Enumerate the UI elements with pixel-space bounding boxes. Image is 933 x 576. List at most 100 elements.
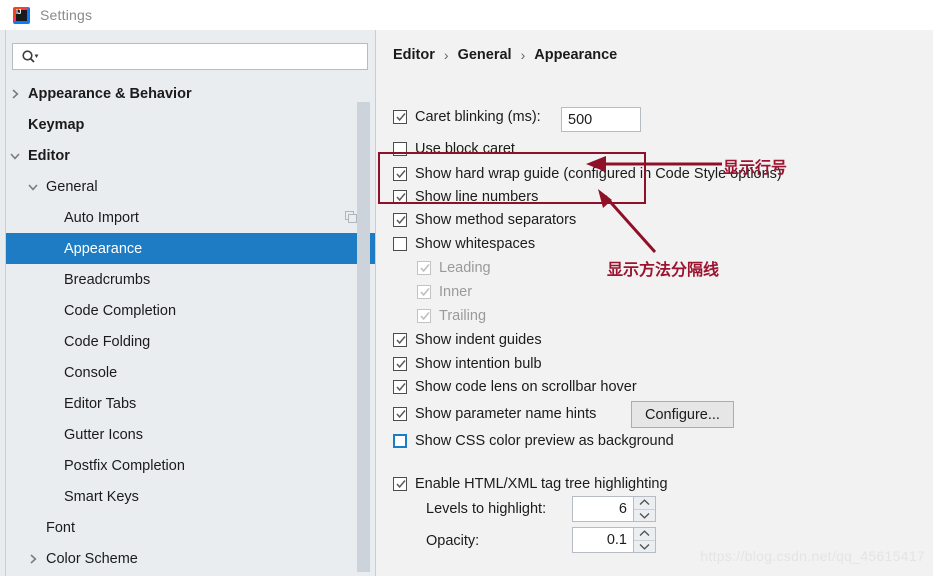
sidebar-item-label: Editor Tabs [64, 395, 137, 412]
opacity-stepper-up-icon[interactable] [634, 528, 655, 541]
breadcrumb: Editor › General › Appearance [393, 47, 617, 63]
levels-stepper-down-icon[interactable] [634, 510, 655, 522]
search-box[interactable] [12, 43, 368, 70]
row-show-intention-bulb: Show intention bulb [393, 356, 542, 372]
breadcrumb-general[interactable]: General [458, 47, 512, 63]
show-whitespaces-label: Show whitespaces [415, 236, 536, 252]
sidebar-item-code-folding[interactable]: Code Folding [6, 326, 376, 357]
show-hard-wrap-checkbox[interactable] [393, 167, 407, 181]
chevron-down-icon[interactable] [8, 149, 22, 163]
use-block-caret-label: Use block caret [415, 141, 515, 157]
caret-blinking-input[interactable]: 500 [561, 107, 641, 132]
sidebar-item-smart-keys[interactable]: Smart Keys [6, 481, 376, 512]
trailing-checkbox [417, 309, 431, 323]
breadcrumb-editor[interactable]: Editor [393, 47, 435, 63]
check-icon [396, 170, 406, 179]
check-icon [420, 312, 430, 321]
show-method-separators-checkbox[interactable] [393, 213, 407, 227]
row-inner: Inner [417, 284, 472, 300]
sidebar-item-label: Font [46, 519, 76, 536]
check-icon [420, 264, 430, 273]
use-block-caret-checkbox[interactable] [393, 142, 407, 156]
sidebar-item-keymap[interactable]: Keymap [6, 109, 376, 140]
show-indent-guides-checkbox[interactable] [393, 333, 407, 347]
opacity-stepper-down-icon[interactable] [634, 541, 655, 553]
caret-blinking-value: 500 [568, 111, 593, 128]
check-icon [396, 383, 406, 392]
opacity-stepper[interactable]: 0.1 [572, 527, 656, 553]
sidebar-item-general[interactable]: General [6, 171, 376, 202]
sidebar-item-postfix-completion[interactable]: Postfix Completion [6, 450, 376, 481]
levels-stepper-up-icon[interactable] [634, 497, 655, 510]
check-icon [396, 216, 406, 225]
check-icon [396, 113, 406, 122]
check-icon [396, 336, 406, 345]
sidebar-item-gutter-icons[interactable]: Gutter Icons [6, 419, 376, 450]
watermark: https://blog.csdn.net/qq_45615417 [700, 548, 925, 564]
enable-tag-tree-checkbox[interactable] [393, 477, 407, 491]
chevron-right-icon[interactable] [8, 87, 22, 101]
settings-sidebar: Appearance & Behavior Keymap Editor General… [6, 30, 376, 576]
breadcrumb-separator-2: › [520, 47, 526, 63]
row-trailing: Trailing [417, 308, 486, 324]
levels-stepper-arrows[interactable] [634, 496, 656, 522]
sidebar-item-label: Editor [28, 147, 70, 164]
check-icon [420, 288, 430, 297]
levels-to-highlight-stepper[interactable]: 6 [572, 496, 656, 522]
sidebar-item-label: Smart Keys [64, 488, 139, 505]
enable-tag-tree-label: Enable HTML/XML tag tree highlighting [415, 476, 668, 492]
levels-to-highlight-label-row: Levels to highlight: [426, 501, 546, 517]
sidebar-item-console[interactable]: Console [6, 357, 376, 388]
sidebar-item-appearance-behavior[interactable]: Appearance & Behavior [6, 78, 376, 109]
sidebar-scrollbar-thumb[interactable] [357, 102, 370, 572]
show-css-preview-checkbox[interactable] [393, 434, 407, 448]
opacity-stepper-arrows[interactable] [634, 527, 656, 553]
sidebar-item-auto-import[interactable]: Auto Import [6, 202, 376, 233]
sidebar-item-label: Postfix Completion [64, 457, 185, 474]
row-leading: Leading [417, 260, 491, 276]
configure-button[interactable]: Configure... [631, 401, 734, 428]
sidebar-item-color-scheme[interactable]: Color Scheme [6, 543, 376, 574]
sidebar-item-label: Appearance [64, 240, 143, 257]
show-method-separators-label: Show method separators [415, 212, 577, 228]
show-code-lens-checkbox[interactable] [393, 380, 407, 394]
breadcrumb-separator-1: › [443, 47, 449, 63]
show-intention-bulb-checkbox[interactable] [393, 357, 407, 371]
show-parameter-hints-checkbox[interactable] [393, 407, 407, 421]
check-icon [396, 193, 406, 202]
sidebar-item-code-completion[interactable]: Code Completion [6, 295, 376, 326]
search-input[interactable] [43, 47, 361, 66]
check-icon [396, 360, 406, 369]
leading-checkbox [417, 261, 431, 275]
sidebar-item-font[interactable]: Font [6, 512, 376, 543]
window-titlebar: Settings [0, 0, 933, 30]
opacity-label: Opacity: [426, 533, 480, 549]
settings-main-panel: Editor › General › Appearance Caret blin… [376, 30, 933, 576]
opacity-label-row: Opacity: [426, 533, 479, 549]
sidebar-item-label: Appearance & Behavior [28, 85, 192, 102]
levels-to-highlight-value[interactable]: 6 [572, 496, 634, 522]
check-icon [396, 480, 406, 489]
chevron-down-icon[interactable] [26, 180, 40, 194]
show-css-preview-label: Show CSS color preview as background [415, 433, 674, 449]
sidebar-item-label: Keymap [28, 116, 85, 133]
row-show-method-separators: Show method separators [393, 212, 576, 228]
intellij-idea-logo-icon [13, 6, 30, 24]
sidebar-item-editor[interactable]: Editor [6, 140, 376, 171]
row-show-css-preview: Show CSS color preview as background [393, 433, 674, 449]
chevron-right-icon[interactable] [26, 552, 40, 566]
show-code-lens-label: Show code lens on scrollbar hover [415, 379, 637, 395]
sidebar-item-editor-tabs[interactable]: Editor Tabs [6, 388, 376, 419]
sidebar-item-appearance[interactable]: Appearance [6, 233, 376, 264]
row-show-code-lens: Show code lens on scrollbar hover [393, 379, 637, 395]
row-use-block-caret: Use block caret [393, 141, 515, 157]
caret-blinking-label: Caret blinking (ms): [415, 109, 541, 125]
show-whitespaces-checkbox[interactable] [393, 237, 407, 251]
row-show-param-hints: Show parameter name hints [393, 406, 596, 422]
sidebar-item-label: Breadcrumbs [64, 271, 151, 288]
check-icon [396, 410, 406, 419]
caret-blinking-checkbox[interactable] [393, 110, 407, 124]
opacity-value[interactable]: 0.1 [572, 527, 634, 553]
show-line-numbers-checkbox[interactable] [393, 190, 407, 204]
sidebar-item-breadcrumbs[interactable]: Breadcrumbs [6, 264, 376, 295]
